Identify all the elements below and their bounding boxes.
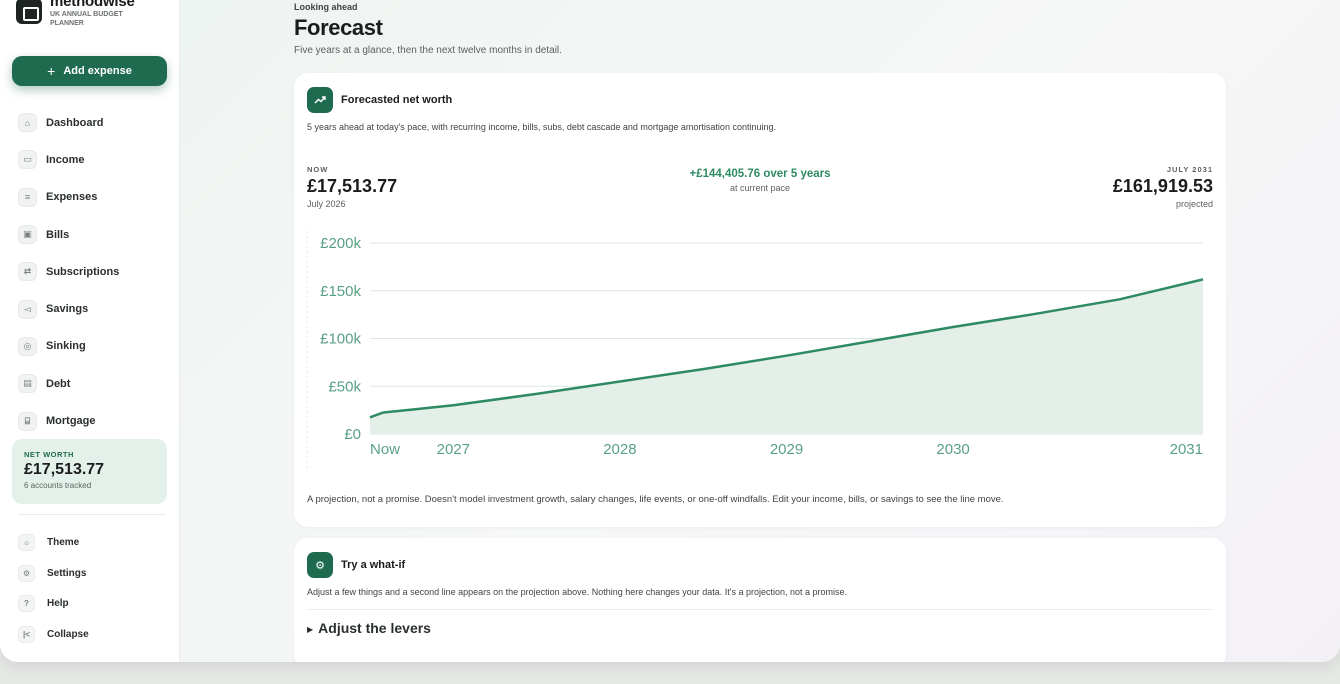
bank-icon: ⌸ <box>18 411 37 431</box>
stat-end-label: JULY 2031 <box>1166 165 1213 174</box>
brand-logo-icon <box>16 0 42 24</box>
net-worth-value: £17,513.77 <box>24 461 105 478</box>
target-icon: ◎ <box>18 336 37 356</box>
page-title: Forecast <box>294 15 383 40</box>
y-tick-label: £200k <box>320 235 361 252</box>
sidebar-item-label: Income <box>46 153 85 166</box>
y-tick-label: £0 <box>344 426 361 443</box>
stat-end: JULY 2031 £161,919.53 projected <box>1113 165 1213 209</box>
sidebar-item-label: Debt <box>46 377 71 390</box>
card-divider <box>307 609 1213 610</box>
sun-icon: ☼ <box>18 533 35 551</box>
gear-icon: ⚙ <box>18 564 35 582</box>
utility-nav: ☼ Theme ⚙ Settings ? Help |< Collapse <box>18 527 168 650</box>
x-tick-label: 2031 <box>1170 441 1203 458</box>
receipt-icon: ≡ <box>18 187 37 207</box>
sidebar-item-dashboard[interactable]: ⌂ Dashboard <box>18 104 168 141</box>
sidebar-item-debt[interactable]: ▤ Debt <box>18 365 168 402</box>
theme-label: Theme <box>47 536 80 548</box>
sidebar-divider <box>18 514 166 515</box>
gear-icon: ⚙ <box>307 552 333 578</box>
sidebar-item-sinking[interactable]: ◎ Sinking <box>18 328 168 365</box>
levers-label: Adjust the levers <box>318 620 431 636</box>
forecast-chart[interactable]: £0 £50k £100k £150k £200k Now 2027 2028 2029 2030… <box>294 223 1226 471</box>
stat-now-label: NOW <box>307 165 329 174</box>
repeat-icon: ⇄ <box>18 262 37 282</box>
brand-name: methodwise <box>50 0 135 10</box>
theme-button[interactable]: ☼ Theme <box>18 527 168 558</box>
x-tick-label: 2027 <box>437 441 470 458</box>
card-description: 5 years ahead at today's pace, with recu… <box>307 122 776 132</box>
stat-delta: +£144,405.76 over 5 years at current pac… <box>660 168 860 193</box>
y-tick-label: £100k <box>320 331 361 348</box>
disclosure-triangle-icon: ▶ <box>307 624 314 634</box>
stat-end-value: £161,919.53 <box>1112 176 1213 196</box>
what-if-card: ⚙ Try a what-if Adjust a few things and … <box>294 538 1226 662</box>
sidebar-item-label: Subscriptions <box>46 265 120 278</box>
main-content: Looking ahead Forecast Five years at a g… <box>180 0 1340 662</box>
chart-caption: A projection, not a promise. Doesn't mod… <box>307 494 1004 505</box>
add-expense-button[interactable]: + Add expense <box>12 56 167 86</box>
sidebar-item-label: Bills <box>46 228 70 241</box>
x-tick-label: 2030 <box>936 441 969 458</box>
sidebar-item-label: Savings <box>46 303 89 316</box>
calendar-icon: ▣ <box>18 225 37 245</box>
net-worth-accounts: 6 accounts tracked <box>24 481 92 490</box>
app-window: methodwise UK ANNUAL BUDGET PLANNER + Ad… <box>0 0 1340 662</box>
card-title: Try a what-if <box>341 559 406 571</box>
brand-subtitle: UK ANNUAL BUDGET PLANNER <box>50 11 123 27</box>
help-label: Help <box>47 598 69 610</box>
collapse-icon: |< <box>18 625 35 643</box>
stat-now: NOW £17,513.77 July 2026 <box>307 165 397 209</box>
settings-label: Settings <box>47 567 87 579</box>
plus-icon: + <box>47 63 56 79</box>
adjust-levers-toggle[interactable]: ▶ Adjust the levers <box>307 620 431 636</box>
sidebar-item-label: Expenses <box>46 191 98 204</box>
y-tick-label: £50k <box>328 378 361 395</box>
net-worth-summary[interactable]: NET WORTH £17,513.77 6 accounts tracked <box>12 439 167 504</box>
stat-now-value: £17,513.77 <box>307 176 398 196</box>
page-subtitle: Five years at a glance, then the next tw… <box>294 45 562 56</box>
sidebar-item-bills[interactable]: ▣ Bills <box>18 216 168 253</box>
stat-delta-value: +£144,405.76 over 5 years <box>689 168 831 180</box>
settings-button[interactable]: ⚙ Settings <box>18 558 168 589</box>
forecast-net-worth-card: Forecasted net worth 5 years ahead at to… <box>294 73 1226 527</box>
sidebar-item-label: Mortgage <box>46 415 96 428</box>
sidebar-item-income[interactable]: ▭ Income <box>18 141 168 178</box>
forecast-chart-svg: £0 £50k £100k £150k £200k Now 2027 2028 2029 2030… <box>306 231 1204 471</box>
card-title: Forecasted net worth <box>341 94 453 106</box>
sidebar-item-subscriptions[interactable]: ⇄ Subscriptions <box>18 253 168 290</box>
main-nav: ⌂ Dashboard ▭ Income ≡ Expenses ▣ Bills … <box>18 104 168 440</box>
trending-up-icon <box>307 87 333 113</box>
collapse-button[interactable]: |< Collapse <box>18 619 168 650</box>
collapse-label: Collapse <box>47 628 89 640</box>
help-icon: ? <box>18 595 35 613</box>
stat-delta-sub: at current pace <box>729 183 791 193</box>
stat-end-sub: projected <box>1175 199 1213 209</box>
x-tick-label: 2028 <box>603 441 636 458</box>
home-icon: ⌂ <box>18 113 37 133</box>
y-tick-label: £150k <box>320 283 361 300</box>
stat-now-date: July 2026 <box>307 199 346 209</box>
sidebar-item-label: Sinking <box>46 340 86 353</box>
card-header: ⚙ Try a what-if <box>307 552 405 578</box>
brand[interactable]: methodwise UK ANNUAL BUDGET PLANNER <box>16 0 140 28</box>
sidebar-item-expenses[interactable]: ≡ Expenses <box>18 179 168 216</box>
x-tick-label: 2029 <box>770 441 803 458</box>
credit-card-icon: ▤ <box>18 374 37 394</box>
sidebar: methodwise UK ANNUAL BUDGET PLANNER + Ad… <box>0 0 180 662</box>
card-header: Forecasted net worth <box>307 87 452 113</box>
piggy-bank-icon: ◅ <box>18 299 37 319</box>
x-tick-label: Now <box>370 441 400 458</box>
net-worth-label: NET WORTH <box>24 450 74 459</box>
sidebar-item-mortgage[interactable]: ⌸ Mortgage <box>18 402 168 439</box>
page-eyebrow: Looking ahead <box>294 2 358 12</box>
card-description: Adjust a few things and a second line ap… <box>307 587 848 597</box>
help-button[interactable]: ? Help <box>18 588 168 619</box>
sidebar-item-savings[interactable]: ◅ Savings <box>18 290 168 327</box>
cash-icon: ▭ <box>18 150 37 170</box>
add-expense-label: Add expense <box>63 65 132 77</box>
sidebar-item-label: Dashboard <box>46 116 104 129</box>
